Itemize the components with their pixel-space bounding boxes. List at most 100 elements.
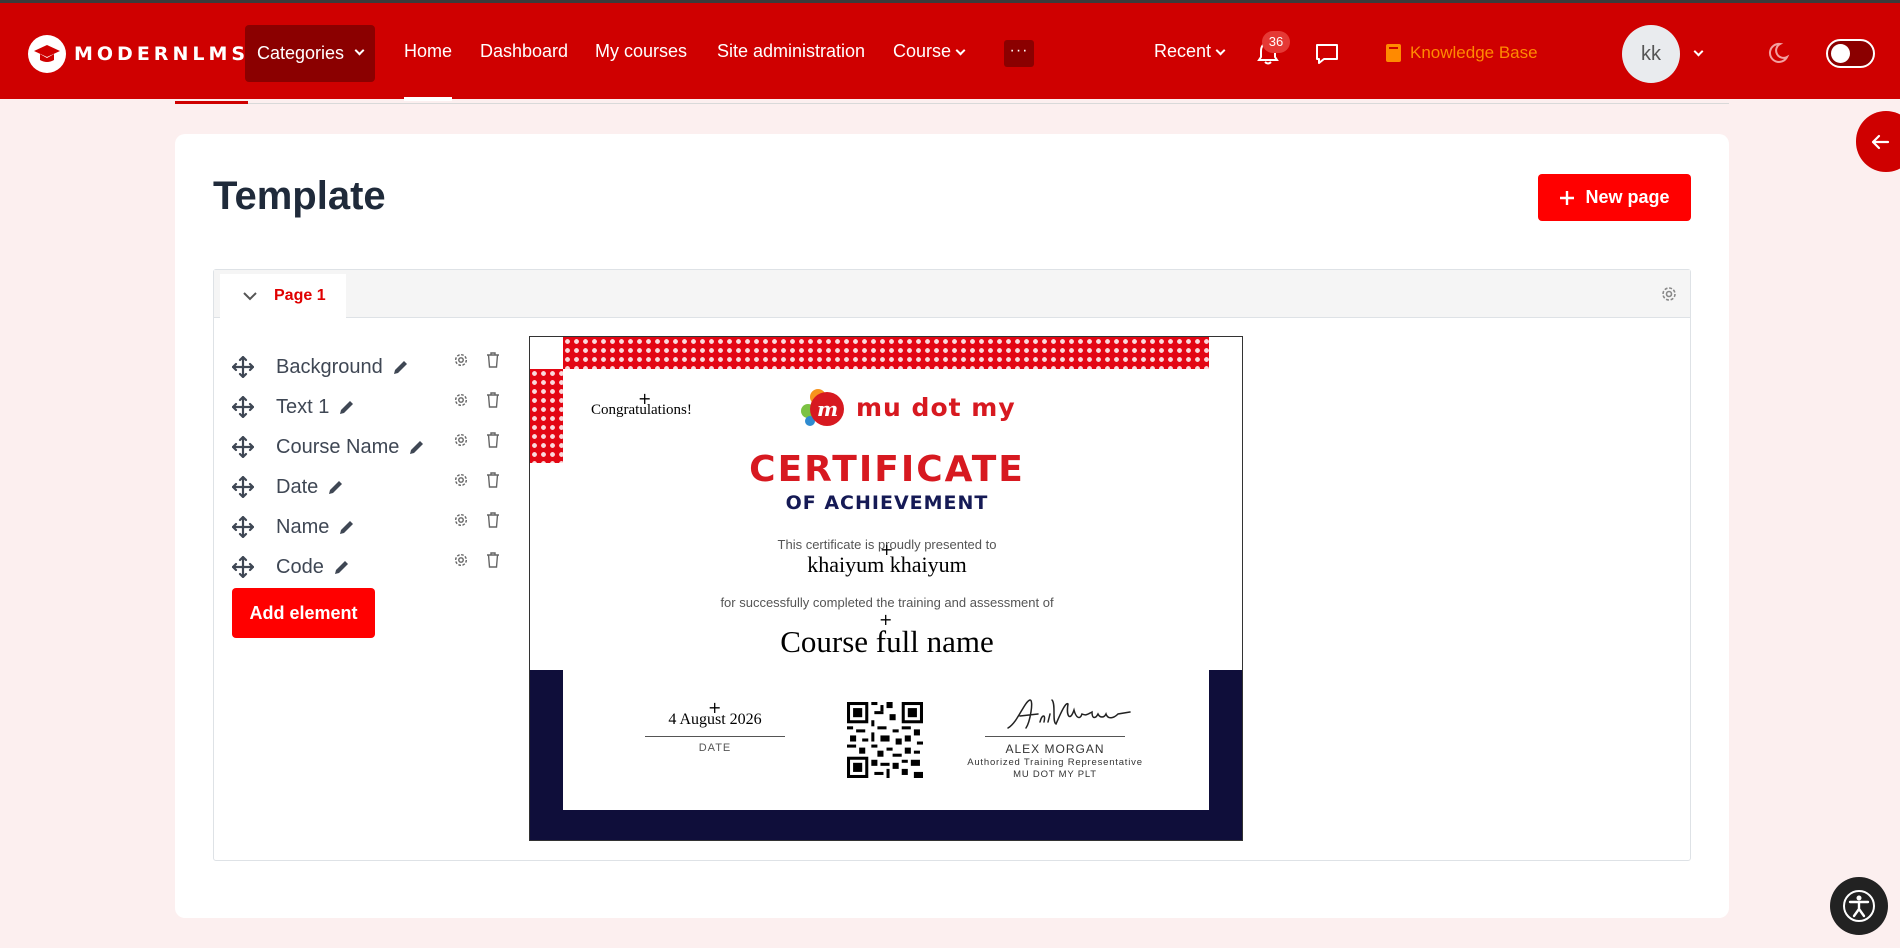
element-settings-button[interactable] (453, 472, 469, 493)
chat-icon (1316, 44, 1338, 64)
gear-icon (454, 473, 468, 487)
element-row-code: Code (231, 548, 522, 588)
element-name[interactable]: Name (276, 516, 355, 539)
drag-handle-icon[interactable] (231, 435, 255, 463)
pencil-icon (334, 560, 348, 574)
arrow-left-icon (1871, 134, 1890, 149)
certificate-subtitle: OF ACHIEVEMENT (785, 492, 989, 514)
accessibility-button[interactable] (1830, 877, 1888, 935)
user-menu-chevron-icon[interactable] (1689, 45, 1704, 63)
drag-handle-icon[interactable] (231, 355, 255, 383)
add-element-button[interactable]: Add element (232, 588, 375, 638)
drag-handle-icon[interactable] (231, 475, 255, 503)
chevron-down-icon (1693, 46, 1704, 57)
secondary-nav-active-indicator (175, 101, 248, 104)
page-settings-button[interactable] (1660, 285, 1678, 308)
element-settings-button[interactable] (453, 552, 469, 573)
knowledge-base-label: Knowledge Base (1410, 43, 1538, 62)
element-delete-button[interactable] (486, 392, 500, 413)
element-label: Course Name (276, 436, 400, 458)
page-tab[interactable]: Page 1 (220, 274, 346, 318)
more-menu-button[interactable]: ··· (1004, 40, 1034, 67)
pencil-icon (393, 360, 407, 374)
knowledge-base-link[interactable]: Knowledge Base (1385, 43, 1538, 63)
page-panel: Page 1 Background Text 1 Course Name Dat… (213, 269, 1691, 861)
element-row-course-name: Course Name (231, 428, 522, 468)
element-settings-button[interactable] (453, 392, 469, 413)
pencil-icon (410, 440, 424, 454)
moon-icon (1768, 42, 1790, 63)
dark-mode-button[interactable] (1764, 39, 1792, 67)
signer-role: Authorized Training Representative (967, 757, 1143, 768)
certificate-for-text: for successfully completed the training … (720, 595, 1054, 610)
drag-handle-icon[interactable] (231, 395, 255, 423)
element-name[interactable]: Background (276, 356, 409, 379)
drag-handle-icon[interactable] (231, 555, 255, 583)
element-delete-button[interactable] (486, 512, 500, 533)
element-label: Name (276, 516, 330, 538)
qr-code-icon[interactable] (847, 702, 923, 778)
date-label: DATE (698, 742, 732, 754)
element-settings-button[interactable] (453, 512, 469, 533)
mode-toggle[interactable] (1826, 39, 1875, 68)
element-settings-button[interactable] (453, 352, 469, 373)
accessibility-icon (1843, 890, 1875, 922)
date-line (645, 736, 785, 737)
certificate-preview: + Congratulations! m mu dot my CERTIFICA… (529, 336, 1243, 841)
mu-dot-my-logo-icon: m (801, 389, 844, 426)
certificate-title: CERTIFICATE (749, 449, 1025, 490)
page-panel-header: Page 1 (214, 270, 1690, 318)
user-avatar[interactable]: kk (1622, 25, 1680, 83)
gear-icon (454, 393, 468, 407)
brand-name: MODERNLMS (74, 43, 250, 65)
element-delete-button[interactable] (486, 432, 500, 453)
graduation-cap-icon (28, 35, 66, 73)
gear-icon (1662, 287, 1676, 301)
element-delete-button[interactable] (486, 352, 500, 373)
recent-label: Recent (1154, 41, 1212, 61)
brand[interactable]: MODERNLMS (28, 35, 249, 73)
chevron-down-icon (1215, 45, 1226, 56)
element-row-name: Name (231, 508, 522, 548)
pencil-icon (340, 400, 354, 414)
certificate-logo: m mu dot my (800, 385, 1016, 429)
certificate-congrats-text[interactable]: Congratulations! (591, 402, 692, 419)
drag-handle-icon[interactable] (231, 515, 255, 543)
certificate-top-band (563, 337, 1209, 369)
nav-site-administration[interactable]: Site administration (717, 41, 865, 62)
certificate-date[interactable]: 4 August 2026 (645, 711, 785, 729)
element-delete-button[interactable] (486, 552, 500, 573)
trash-icon (487, 472, 499, 488)
recent-menu[interactable]: Recent (1154, 41, 1226, 62)
element-name[interactable]: Course Name (276, 436, 425, 459)
drawer-toggle-button[interactable] (1856, 111, 1900, 172)
trash-icon (487, 512, 499, 528)
nav-course-label: Course (893, 41, 952, 61)
pencil-icon (329, 480, 343, 494)
nav-home[interactable]: Home (404, 41, 453, 101)
element-name[interactable]: Text 1 (276, 396, 355, 419)
categories-menu[interactable]: Categories (245, 25, 375, 82)
element-label: Date (276, 476, 319, 498)
categories-label: Categories (256, 43, 345, 63)
element-name[interactable]: Date (276, 476, 344, 499)
trash-icon (487, 352, 499, 368)
nav-my-courses[interactable]: My courses (595, 41, 687, 62)
nav-dashboard[interactable]: Dashboard (480, 41, 568, 62)
element-name[interactable]: Code (276, 556, 350, 579)
new-page-button[interactable]: New page (1538, 174, 1691, 221)
element-delete-button[interactable] (486, 472, 500, 493)
chevron-down-icon (354, 45, 365, 56)
trash-icon (487, 432, 499, 448)
top-navbar: MODERNLMS Categories Home Dashboard My c… (0, 0, 1900, 101)
trash-icon (487, 392, 499, 408)
secondary-nav-divider (175, 103, 1729, 104)
certificate-brand-text: mu dot my (856, 392, 1016, 422)
signer-organization: MU DOT MY PLT (1013, 769, 1097, 780)
element-settings-button[interactable] (453, 432, 469, 453)
nav-course[interactable]: Course (893, 41, 966, 62)
certificate-course-name[interactable]: Course full name (530, 624, 1242, 660)
messages-button[interactable] (1313, 41, 1341, 67)
certificate-recipient-name[interactable]: khaiyum khaiyum (530, 552, 1242, 578)
gear-icon (454, 513, 468, 527)
